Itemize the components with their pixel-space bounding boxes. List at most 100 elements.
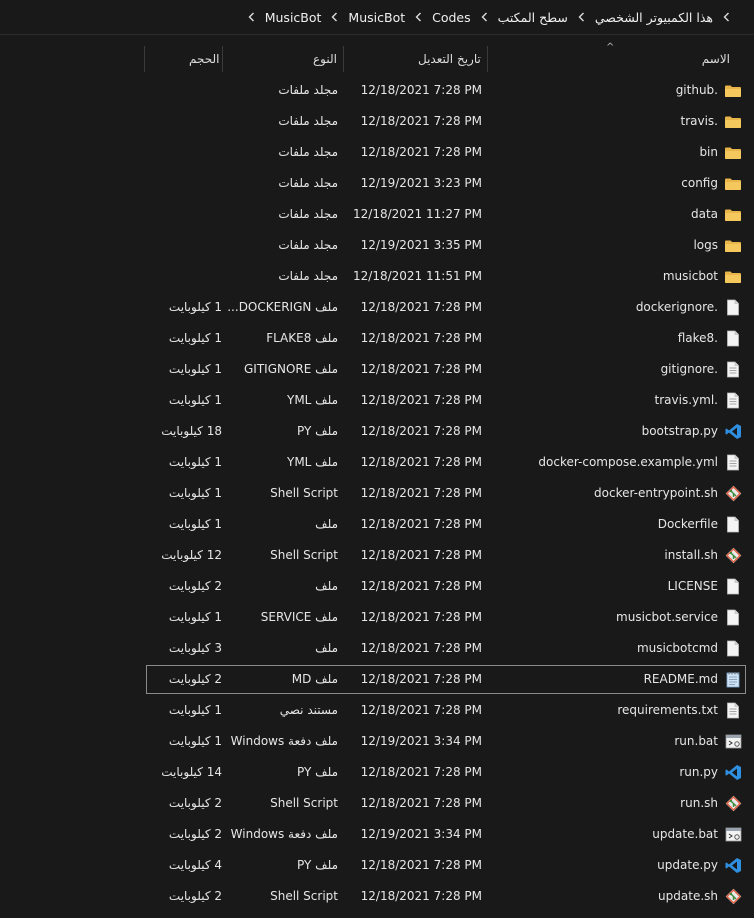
- chevron-left-icon[interactable]: [409, 12, 428, 22]
- file-row[interactable]: musicbot 12/18/2021 11:51 PM مجلد ملفات: [0, 261, 754, 292]
- file-row[interactable]: .gitignore 12/18/2021 7:28 PM ملف GITIGNOR…: [0, 354, 754, 385]
- file-row[interactable]: .travis.yml 12/18/2021 7:28 PM ملف YML 1 كي…: [0, 385, 754, 416]
- batch-file-icon: [724, 827, 742, 843]
- file-date: 12/18/2021 7:28 PM: [360, 858, 482, 872]
- file-row[interactable]: logs 12/19/2021 3:35 PM مجلد ملفات: [0, 230, 754, 261]
- file-date: 12/18/2021 7:28 PM: [360, 83, 482, 97]
- column-divider[interactable]: [144, 46, 145, 72]
- file-name-cell[interactable]: Dockerfile: [658, 509, 742, 540]
- breadcrumb-musicbot[interactable]: MusicBot: [344, 10, 409, 25]
- file-date: 12/18/2021 11:51 PM: [353, 269, 482, 283]
- file-row[interactable]: update.bat 12/19/2021 3:34 PM ملف دفعة Win…: [0, 819, 754, 850]
- file-row[interactable]: install.sh 12/18/2021 7:28 PM Shell Script…: [0, 540, 754, 571]
- file-row[interactable]: data 12/18/2021 11:27 PM مجلد ملفات: [0, 199, 754, 230]
- file-type: ملف GITIGNORE: [244, 362, 338, 376]
- file-row[interactable]: docker-entrypoint.sh 12/18/2021 7:28 PM Sh…: [0, 478, 754, 509]
- file-row[interactable]: bootstrap.py 12/18/2021 7:28 PM ملف PY 18 ك…: [0, 416, 754, 447]
- file-name-cell[interactable]: data: [691, 199, 742, 230]
- file-icon: [724, 640, 742, 657]
- file-name-cell[interactable]: bootstrap.py: [642, 416, 742, 447]
- file-size: 4 كيلوبايت: [168, 858, 222, 872]
- file-name-cell[interactable]: config: [681, 168, 742, 199]
- file-icon: [724, 609, 742, 626]
- file-name-cell[interactable]: run.sh: [680, 788, 742, 819]
- column-header-name[interactable]: الاسم: [702, 44, 730, 72]
- file-row[interactable]: requirements.txt 12/18/2021 7:28 PM مستند …: [0, 695, 754, 726]
- file-date: 12/18/2021 7:28 PM: [360, 796, 482, 810]
- file-row[interactable]: .github 12/18/2021 7:28 PM مجلد ملفات: [0, 75, 754, 106]
- file-name-cell[interactable]: README.md: [644, 664, 742, 695]
- file-name-cell[interactable]: bin: [699, 137, 742, 168]
- file-row[interactable]: update.sh 12/18/2021 7:28 PM Shell Script 2…: [0, 881, 754, 912]
- file-date: 12/18/2021 7:28 PM: [360, 610, 482, 624]
- file-row[interactable]: Dockerfile 12/18/2021 7:28 PM ملف 1 كيلوباي…: [0, 509, 754, 540]
- file-name-cell[interactable]: requirements.txt: [617, 695, 742, 726]
- chevron-left-icon[interactable]: [475, 12, 494, 22]
- breadcrumb-musicbot-current[interactable]: MusicBot: [261, 10, 326, 25]
- file-name-cell[interactable]: LICENSE: [668, 571, 742, 602]
- file-row[interactable]: run.py 12/18/2021 7:28 PM ملف PY 14 كيلوباي…: [0, 757, 754, 788]
- file-size: 1 كيلوبايت: [168, 331, 222, 345]
- column-header-date[interactable]: تاريخ التعديل: [418, 44, 481, 72]
- file-name-cell[interactable]: musicbot: [663, 261, 742, 292]
- folder-icon: [724, 145, 742, 161]
- chevron-left-icon[interactable]: [325, 12, 344, 22]
- file-row[interactable]: musicbotcmd 12/18/2021 7:28 PM ملف 3 كيلوبا…: [0, 633, 754, 664]
- file-name-cell[interactable]: .github: [676, 75, 742, 106]
- file-date: 12/19/2021 3:35 PM: [360, 238, 482, 252]
- file-name-cell[interactable]: update.sh: [658, 881, 742, 912]
- column-header-type[interactable]: النوع: [313, 44, 337, 72]
- file-row[interactable]: musicbot.service 12/18/2021 7:28 PM ملف SE…: [0, 602, 754, 633]
- file-row[interactable]: README.md 12/18/2021 7:28 PM ملف MD 2 كيلوب…: [0, 664, 754, 695]
- file-row[interactable]: update.py 12/18/2021 7:28 PM ملف PY 4 كيلوب…: [0, 850, 754, 881]
- file-row[interactable]: .dockerignore 12/18/2021 7:28 PM ملف DOCKE…: [0, 292, 754, 323]
- file-name-cell[interactable]: docker-compose.example.yml: [538, 447, 742, 478]
- file-type: ملف MD: [291, 672, 338, 686]
- breadcrumb-desktop[interactable]: سطح المكتب: [494, 10, 572, 25]
- file-row[interactable]: .travis 12/18/2021 7:28 PM مجلد ملفات: [0, 106, 754, 137]
- folder-icon: [724, 176, 742, 192]
- file-name-cell[interactable]: run.bat: [674, 726, 742, 757]
- file-icon: [724, 516, 742, 533]
- file-name-cell[interactable]: run.py: [679, 757, 742, 788]
- file-type: مجلد ملفات: [278, 114, 338, 128]
- file-type: مجلد ملفات: [278, 207, 338, 221]
- file-name-cell[interactable]: .dockerignore: [636, 292, 742, 323]
- file-name-cell[interactable]: docker-entrypoint.sh: [594, 478, 742, 509]
- file-name-cell[interactable]: .flake8: [678, 323, 742, 354]
- file-name-cell[interactable]: .travis: [680, 106, 742, 137]
- file-row[interactable]: .flake8 12/18/2021 7:28 PM ملف FLAKE8 1 كيل…: [0, 323, 754, 354]
- breadcrumb-codes[interactable]: Codes: [428, 10, 475, 25]
- file-row[interactable]: config 12/19/2021 3:23 PM مجلد ملفات: [0, 168, 754, 199]
- file-type: مجلد ملفات: [278, 269, 338, 283]
- file-row[interactable]: run.bat 12/19/2021 3:34 PM ملف دفعة Window…: [0, 726, 754, 757]
- file-name-cell[interactable]: update.bat: [652, 819, 742, 850]
- column-divider[interactable]: [222, 46, 223, 72]
- file-list: .github 12/18/2021 7:28 PM مجلد ملفات .trav…: [0, 75, 754, 912]
- breadcrumb-this-pc[interactable]: هذا الكمبيوتر الشخصي: [591, 10, 717, 25]
- column-header-size[interactable]: الحجم: [189, 44, 219, 72]
- column-divider[interactable]: [343, 46, 344, 72]
- file-row[interactable]: bin 12/18/2021 7:28 PM مجلد ملفات: [0, 137, 754, 168]
- folder-icon: [724, 83, 742, 99]
- file-row[interactable]: docker-compose.example.yml 12/18/2021 7:2…: [0, 447, 754, 478]
- file-name: requirements.txt: [617, 703, 718, 717]
- file-type: ملف DOCKERIGN...: [227, 300, 338, 314]
- file-name-cell[interactable]: logs: [693, 230, 742, 261]
- column-divider[interactable]: [487, 46, 488, 72]
- file-name-cell[interactable]: musicbot.service: [616, 602, 742, 633]
- file-name-cell[interactable]: update.py: [657, 850, 742, 881]
- file-size: 1 كيلوبايت: [168, 734, 222, 748]
- file-type: Shell Script: [270, 486, 338, 500]
- file-name-cell[interactable]: .travis.yml: [655, 385, 742, 416]
- file-name-cell[interactable]: install.sh: [664, 540, 742, 571]
- breadcrumb-root-chevron-icon[interactable]: [717, 12, 736, 22]
- chevron-left-icon[interactable]: [572, 12, 591, 22]
- file-name-cell[interactable]: musicbotcmd: [637, 633, 742, 664]
- file-date: 12/19/2021 3:34 PM: [360, 734, 482, 748]
- file-row[interactable]: run.sh 12/18/2021 7:28 PM Shell Script 2 كي…: [0, 788, 754, 819]
- file-name-cell[interactable]: .gitignore: [661, 354, 742, 385]
- file-name: musicbot: [662, 269, 718, 283]
- chevron-left-icon[interactable]: [242, 12, 261, 22]
- file-row[interactable]: LICENSE 12/18/2021 7:28 PM ملف 2 كيلوبايت: [0, 571, 754, 602]
